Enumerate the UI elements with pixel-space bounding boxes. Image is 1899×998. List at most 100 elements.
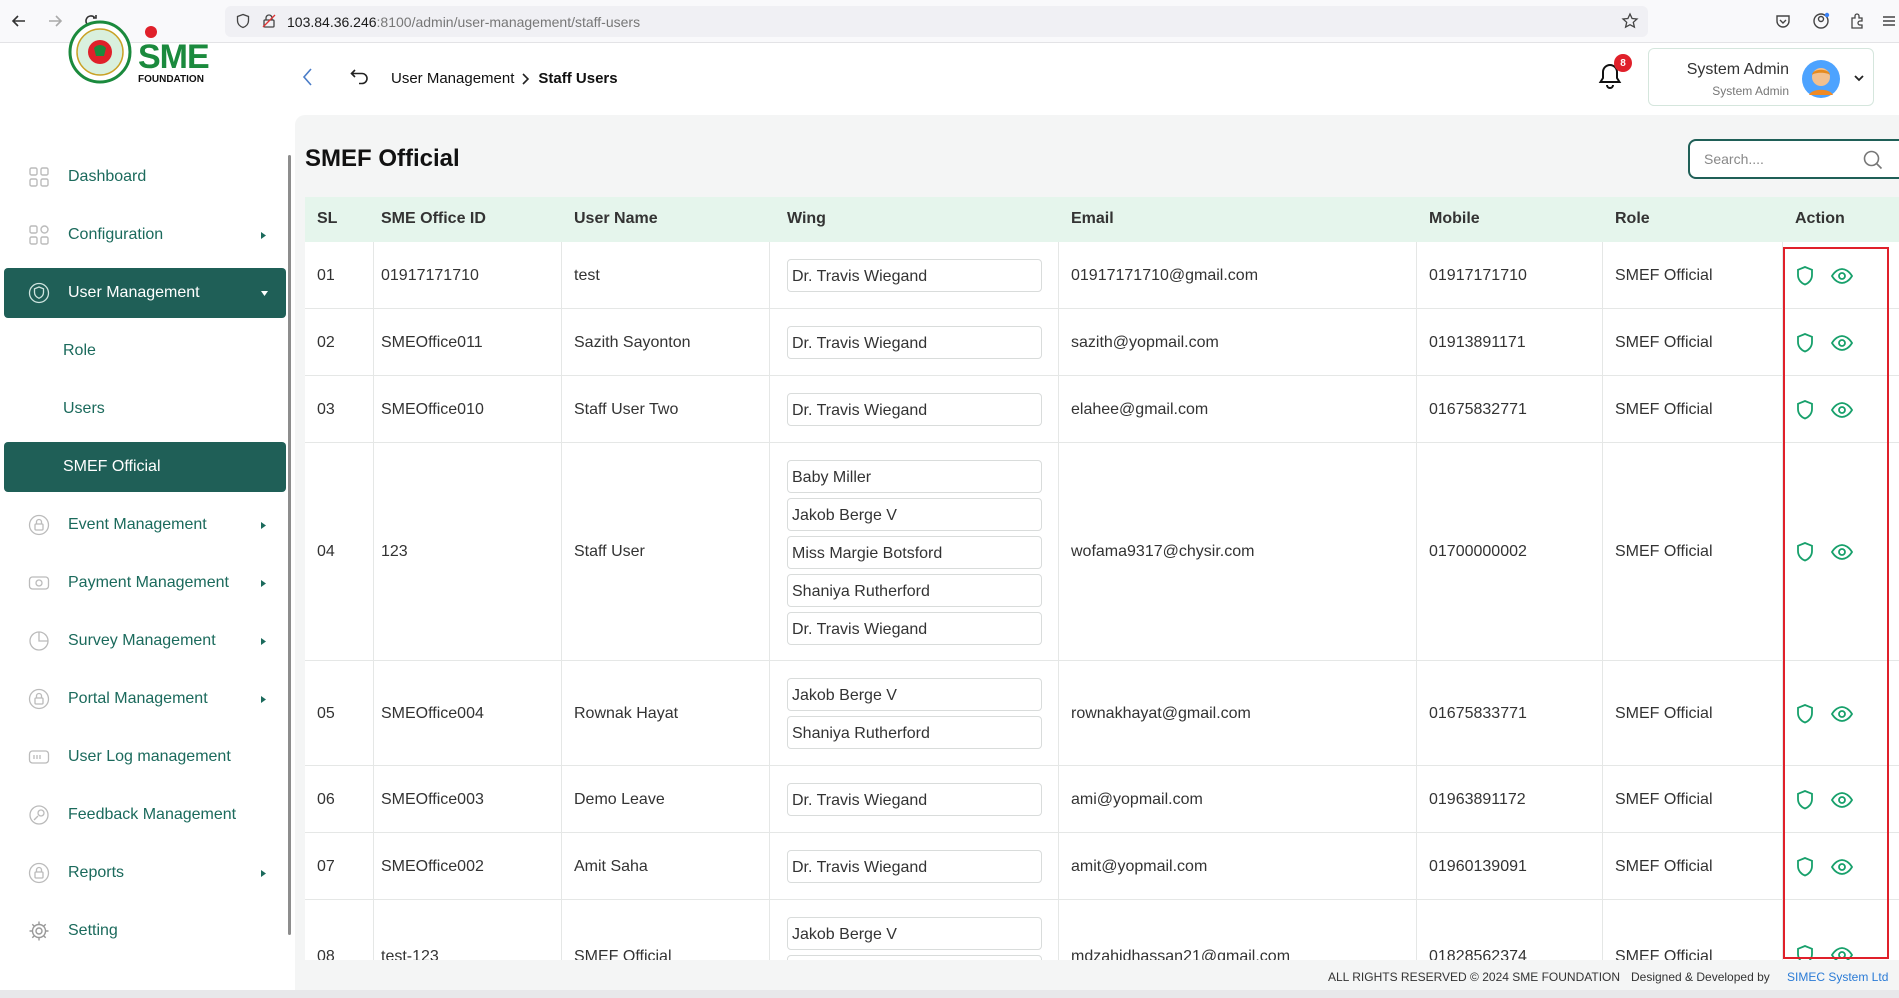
cell-role: SMEF Official: [1615, 858, 1713, 875]
pocket-icon[interactable]: [1774, 12, 1792, 30]
cell-sl: 01: [317, 267, 335, 284]
wing-tag: Dr. Travis Wiegand: [787, 612, 1042, 645]
column-divider: [769, 242, 770, 308]
column-divider: [1058, 661, 1059, 765]
sidebar-item-label: Setting: [68, 922, 118, 939]
sidebar-item-label: Payment Management: [68, 574, 229, 591]
sidebar-item-reports[interactable]: Reports: [4, 848, 286, 898]
wing-tag: Dr. Travis Wiegand: [787, 393, 1042, 426]
column-divider: [1602, 900, 1603, 960]
table-row: 04 123 Staff User wofama9317@chysir.com 0170…: [305, 443, 1899, 661]
column-divider: [561, 242, 562, 308]
column-header: SL: [317, 210, 338, 227]
cell-office-id: 123: [381, 543, 408, 560]
wing-name: Jakob Berge V: [792, 926, 897, 943]
lock-icon: [28, 514, 50, 536]
bookmark-star-icon[interactable]: [1621, 12, 1639, 30]
column-divider: [561, 443, 562, 660]
sidebar-item-event-management[interactable]: Event Management: [4, 500, 286, 550]
breadcrumb: User Management Staff Users: [391, 70, 618, 87]
sidebar-item-configuration[interactable]: Configuration: [4, 210, 286, 260]
column-divider: [769, 766, 770, 832]
sidebar-item-smef-official[interactable]: SMEF Official: [4, 442, 286, 492]
column-divider: [1058, 309, 1059, 375]
sme-foundation-logo[interactable]: SME FOUNDATION: [68, 18, 224, 86]
cell-role: SMEF Official: [1615, 705, 1713, 722]
url-text: 103.84.36.246:8100/admin/user-management…: [287, 14, 641, 30]
search-input[interactable]: [1704, 151, 1854, 167]
column-divider: [561, 833, 562, 899]
cell-sl: 08: [317, 948, 335, 960]
sidebar-item-payment-management[interactable]: Payment Management: [4, 558, 286, 608]
sidebar-item-label: User Management: [68, 284, 200, 301]
back-arrow-icon[interactable]: [8, 10, 30, 32]
wing-name: Dr. Travis Wiegand: [792, 402, 928, 419]
cell-email: wofama9317@chysir.com: [1071, 543, 1255, 560]
menu-icon[interactable]: [1880, 12, 1898, 30]
column-divider: [1416, 309, 1417, 375]
sidebar-item-user-management[interactable]: User Management: [4, 268, 286, 318]
column-divider: [1602, 443, 1603, 660]
column-header: Email: [1071, 210, 1114, 227]
user-profile-menu[interactable]: System Admin System Admin: [1648, 48, 1874, 106]
sidebar-item-dashboard[interactable]: Dashboard: [4, 152, 286, 202]
cell-office-id: SMEOffice003: [381, 791, 484, 808]
chevron-down-icon[interactable]: [1853, 73, 1865, 83]
cell-office-id: 01917171710: [381, 267, 479, 284]
column-divider: [1058, 900, 1059, 960]
cell-role: SMEF Official: [1615, 948, 1713, 960]
column-divider: [561, 309, 562, 375]
cell-office-id: SMEOffice004: [381, 705, 484, 722]
wing-name: Dr. Travis Wiegand: [792, 268, 928, 285]
breadcrumb-parent[interactable]: User Management: [391, 70, 514, 87]
forward-arrow-icon[interactable]: [44, 10, 66, 32]
footer-company-link[interactable]: SIMEC System Ltd: [1787, 970, 1888, 984]
wing-tag: Jakob Berge V: [787, 917, 1042, 950]
cell-mobile: 01700000002: [1429, 543, 1527, 560]
wing-tag: Dr. Travis Wiegand: [787, 850, 1042, 883]
column-divider: [1416, 443, 1417, 660]
cell-user-name: Rownak Hayat: [574, 705, 679, 722]
action-column-highlight: [1783, 247, 1889, 959]
wing-name: Miss Margie Botsford: [792, 545, 943, 562]
cell-office-id: test-123: [381, 948, 439, 960]
sidebar-item-survey-management[interactable]: Survey Management: [4, 616, 286, 666]
chevron-right-icon: [522, 72, 530, 85]
sidebar-item-feedback-management[interactable]: Feedback Management: [4, 790, 286, 840]
cell-role: SMEF Official: [1615, 401, 1713, 418]
column-divider: [561, 900, 562, 960]
account-icon[interactable]: [1812, 12, 1830, 30]
wing-tag: Dr. Travis Wiegand: [787, 259, 1042, 292]
cell-sl: 04: [317, 543, 335, 560]
wing-tag: Shaniya Rutherford: [787, 716, 1042, 749]
column-divider: [1058, 376, 1059, 442]
sidebar-item-setting[interactable]: Setting: [4, 906, 286, 956]
extensions-icon[interactable]: [1848, 12, 1866, 30]
column-divider: [1602, 766, 1603, 832]
column-divider: [1058, 766, 1059, 832]
undo-back-icon[interactable]: [350, 66, 370, 86]
sidebar-scrollbar[interactable]: [288, 155, 291, 935]
footer-copyright: ALL RIGHTS RESERVED © 2024 SME FOUNDATIO…: [1328, 970, 1621, 984]
cell-office-id: SMEOffice002: [381, 858, 484, 875]
wing-name: Dr. Travis Wiegand: [792, 335, 928, 352]
cell-user-name: Staff User: [574, 543, 645, 560]
sidebar-item-portal-management[interactable]: Portal Management: [4, 674, 286, 724]
cell-mobile: 01828562374: [1429, 948, 1527, 960]
sidebar-item-user-log-management[interactable]: User Log management: [4, 732, 286, 782]
column-header: User Name: [574, 210, 658, 227]
column-divider: [373, 309, 374, 375]
column-divider: [1602, 242, 1603, 308]
sidebar-item-role[interactable]: Role: [4, 326, 286, 376]
column-divider: [373, 376, 374, 442]
sidebar-collapse-icon[interactable]: [300, 67, 314, 87]
column-divider: [1058, 242, 1059, 308]
wing-name: Dr. Travis Wiegand: [792, 792, 928, 809]
column-divider: [373, 661, 374, 765]
insecure-lock-icon: [262, 14, 276, 28]
url-bar[interactable]: 103.84.36.246:8100/admin/user-management…: [225, 6, 1648, 37]
search-icon[interactable]: [1862, 149, 1884, 171]
cell-email: elahee@gmail.com: [1071, 401, 1209, 418]
sidebar-item-users[interactable]: Users: [4, 384, 286, 434]
logo-text: SME: [138, 38, 210, 76]
